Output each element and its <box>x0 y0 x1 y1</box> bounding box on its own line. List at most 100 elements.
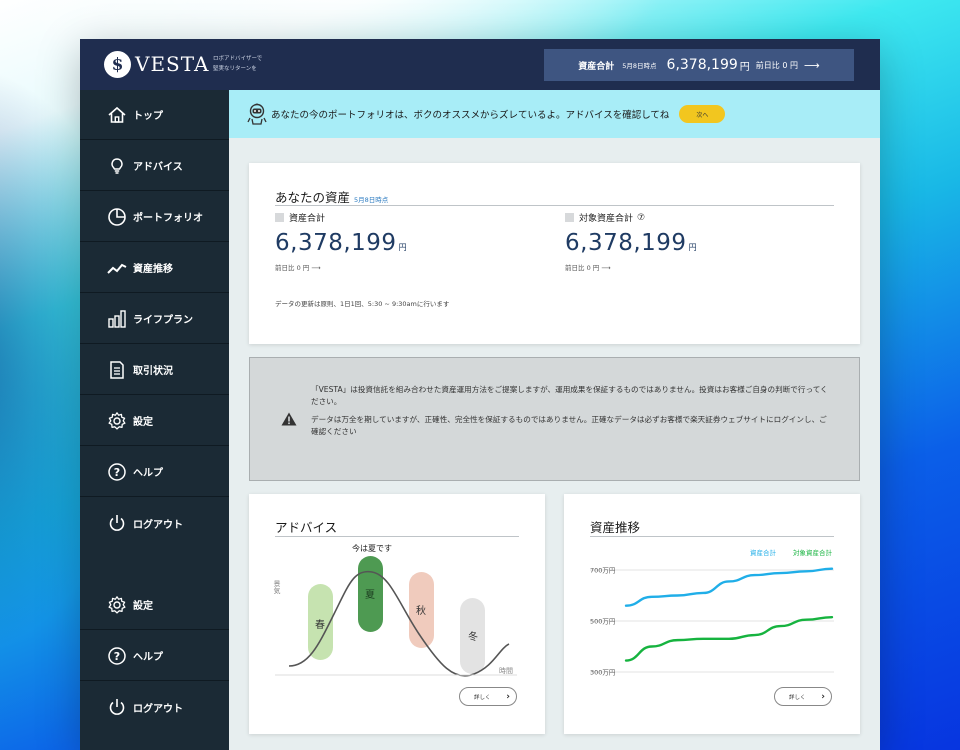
trend-line-icon <box>106 257 128 279</box>
pie-chart-icon <box>106 206 128 228</box>
sidebar-item-label: ポートフォリオ <box>133 213 203 224</box>
sidebar-item-portfolio[interactable]: ポートフォリオ <box>80 192 229 242</box>
sidebar-item-advice[interactable]: アドバイス <box>80 141 229 191</box>
detail-button-label: 詳しく <box>474 694 491 701</box>
trend-detail-button[interactable]: 詳しく › <box>774 687 832 706</box>
sidebar-item-settings[interactable]: 設定 <box>80 396 229 446</box>
top-header: $ VESTA ロボアドバイザーで 堅実なリターンを 資産合計 5月8日時点 6… <box>80 39 880 90</box>
advice-card: アドバイス 春 夏 秋 冬 今は夏です 景気 時間 詳しく › <box>249 494 545 734</box>
banner-message: あなたの今のポートフォリオは、ボクのオススメからズレているよ。アドバイスを確認し… <box>271 110 670 121</box>
asset-total-yen: 円 <box>398 243 408 252</box>
season-winter-label: 冬 <box>468 630 478 643</box>
home-icon <box>106 104 128 126</box>
disclaimer-box: 「VESTA」は投資信託を組み合わせた資産運用方法をご提案しますが、運用成果を保… <box>249 357 860 481</box>
disclaimer-text: 「VESTA」は投資信託を組み合わせた資産運用方法をご提案しますが、運用成果を保… <box>311 384 833 438</box>
header-total-summary: 資産合計 5月8日時点 6,378,199 円 前日比 0 円 ⟶ <box>544 49 854 81</box>
assets-card-date: 5月8日時点 <box>354 196 389 204</box>
sidebar-item-settings-secondary[interactable]: 設定 <box>80 580 229 630</box>
document-icon <box>106 359 128 381</box>
advice-detail-button[interactable]: 詳しく › <box>459 687 517 706</box>
sidebar: トップ アドバイス ポートフォリオ 資産推移 ライフプラン 取引状況 設定 ? … <box>80 90 229 750</box>
chevron-right-icon: › <box>821 691 825 702</box>
sidebar-item-label: 設定 <box>133 417 153 428</box>
sidebar-item-help-secondary[interactable]: ? ヘルプ <box>80 631 229 681</box>
next-button[interactable]: 次へ <box>679 105 726 123</box>
gear-icon <box>106 410 128 432</box>
tagline-line2: 堅実なリターンを <box>213 66 257 72</box>
header-total-yen: 円 <box>739 61 750 73</box>
power-icon <box>106 512 128 534</box>
sidebar-item-label: ライフプラン <box>133 315 193 326</box>
season-summer-label: 夏 <box>365 589 375 601</box>
season-spring-label: 春 <box>315 619 325 631</box>
logo-text: VESTA <box>135 52 210 76</box>
sidebar-item-transactions[interactable]: 取引状況 <box>80 345 229 395</box>
time-axis-label: 時間 <box>499 667 513 675</box>
series-line <box>624 615 834 662</box>
sidebar-item-label: 取引状況 <box>133 366 173 377</box>
assets-card-title: あなたの資産 <box>275 190 351 205</box>
sidebar-item-help[interactable]: ? ヘルプ <box>80 447 229 497</box>
sidebar-item-label: ヘルプ <box>133 652 163 663</box>
power-icon <box>106 696 128 718</box>
help-icon: ? <box>106 461 128 483</box>
season-autumn-label: 秋 <box>416 604 426 617</box>
assets-card-title-row: あなたの資産 5月8日時点 <box>275 187 388 206</box>
header-total-date: 5月8日時点 <box>622 62 657 70</box>
y-tick-label: 300万円 <box>590 669 615 677</box>
current-season-label: 今は夏です <box>352 543 392 553</box>
checkbox-icon <box>565 213 574 222</box>
asset-trend-card: 資産推移 700万円 500万円 300万円 対象資産合計 資産合計 詳しく › <box>564 494 860 734</box>
asset-total-diff: 前日比 0 円 ⟶ <box>275 264 321 272</box>
legend-entry: 対象資産合計 <box>793 548 833 557</box>
header-total-value: 6,378,199 <box>666 57 738 73</box>
divider <box>275 205 834 206</box>
logo-mark: $ <box>104 51 131 78</box>
warning-icon <box>281 411 297 430</box>
update-note: データの更新は原則、1日1回、5:30 ~ 9:30amに行います <box>275 300 450 308</box>
help-icon: ? <box>106 645 128 667</box>
sidebar-item-logout-secondary[interactable]: ログアウト <box>80 682 229 732</box>
economy-axis-label: 景気 <box>273 580 281 595</box>
gear-icon <box>106 594 128 616</box>
y-tick-label: 700万円 <box>590 567 615 575</box>
tagline: ロボアドバイザーで 堅実なリターンを <box>213 54 262 74</box>
sidebar-item-top[interactable]: トップ <box>80 90 229 140</box>
sidebar-item-label: ログアウト <box>133 703 183 715</box>
arrow-right-icon: ⟶ <box>803 58 820 72</box>
asset-target-total: 対象資産合計 ⑦ 6,378,199 円 前日比 0 円 ⟶ <box>565 211 697 272</box>
lightbulb-icon <box>106 155 128 177</box>
sidebar-item-label: アドバイス <box>133 162 183 173</box>
sidebar-item-logout[interactable]: ログアウト <box>80 498 229 548</box>
chevron-right-icon: › <box>506 691 510 702</box>
bar-chart-icon <box>106 308 128 330</box>
sidebar-item-label: 資産推移 <box>133 264 173 275</box>
tagline-line1: ロボアドバイザーで <box>213 56 263 62</box>
advice-banner: あなたの今のポートフォリオは、ボクのオススメからズレているよ。アドバイスを確認し… <box>229 90 880 138</box>
assets-card: あなたの資産 5月8日時点 資産合計 6,378,199 円 前日比 0 円 ⟶ 対… <box>249 163 860 344</box>
sidebar-item-lifeplan[interactable]: ライフプラン <box>80 294 229 344</box>
asset-target-label: 対象資産合計 <box>579 214 634 224</box>
asset-total: 資産合計 6,378,199 円 前日比 0 円 ⟶ <box>275 211 407 272</box>
header-total-diff: 前日比 0 円 <box>755 60 798 70</box>
y-tick-label: 500万円 <box>590 618 615 626</box>
help-icon[interactable]: ⑦ <box>637 213 645 223</box>
asset-target-diff: 前日比 0 円 ⟶ <box>565 264 611 272</box>
disclaimer-paragraph-2: データは万全を期していますが、正確性、完全性を保証するものではありません。正確な… <box>311 415 827 436</box>
asset-total-value: 6,378,199 <box>275 230 397 256</box>
sidebar-item-asset-trend[interactable]: 資産推移 <box>80 243 229 293</box>
asset-total-label: 資産合計 <box>289 214 326 224</box>
asset-target-value: 6,378,199 <box>565 230 687 256</box>
detail-button-label: 詳しく <box>789 694 806 701</box>
checkbox-icon <box>275 213 284 222</box>
sidebar-item-label: 設定 <box>133 601 153 612</box>
app-window: $ VESTA ロボアドバイザーで 堅実なリターンを 資産合計 5月8日時点 6… <box>80 39 880 750</box>
robot-icon <box>247 103 267 125</box>
legend-entry: 資産合計 <box>750 548 777 557</box>
svg-text:?: ? <box>114 466 120 479</box>
disclaimer-paragraph-1: 「VESTA」は投資信託を組み合わせた資産運用方法をご提案しますが、運用成果を保… <box>311 385 828 406</box>
asset-target-yen: 円 <box>688 243 698 252</box>
series-line <box>624 567 834 607</box>
logo[interactable]: $ VESTA <box>104 51 209 78</box>
svg-text:?: ? <box>114 650 120 663</box>
